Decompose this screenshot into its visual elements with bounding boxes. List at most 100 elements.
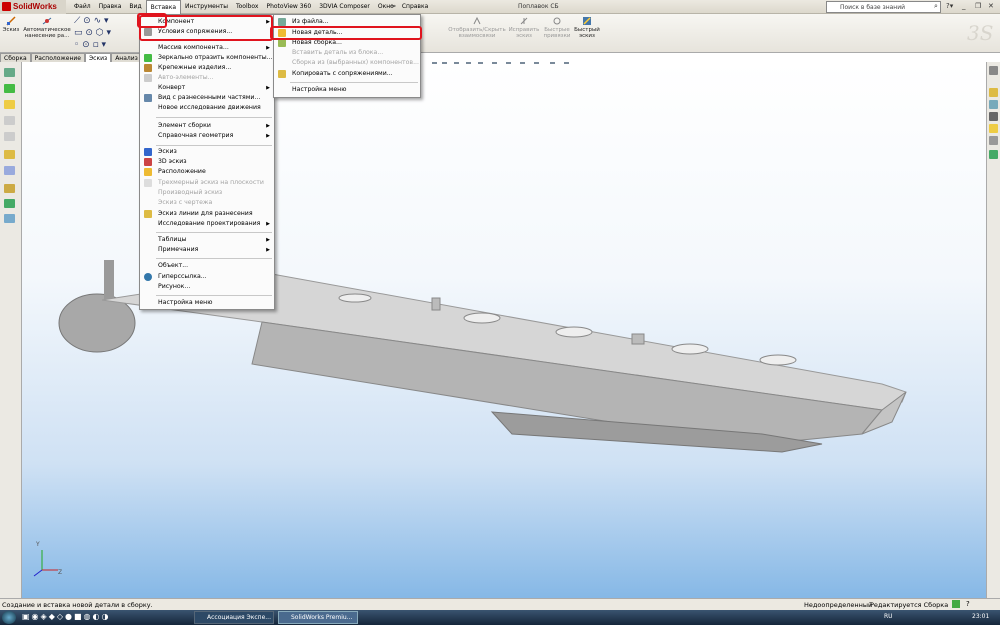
task-button-solidworks[interactable]: SolidWorks Premiu... (278, 611, 358, 624)
sketch-button[interactable]: Эскиз (2, 16, 20, 33)
resources-icon[interactable] (989, 66, 998, 75)
menu-item-layout[interactable]: Расположение (140, 167, 274, 177)
submenu-item-customize-menu[interactable]: Настройка меню (274, 85, 420, 95)
svg-text:3S: 3S (967, 21, 993, 45)
menu-item-sketch-from-drawing[interactable]: Эскиз с чертежа (140, 198, 274, 208)
menu-label: Элемент сборки (158, 122, 211, 129)
property-icon[interactable] (4, 84, 15, 93)
menu-insert[interactable]: Вставка (145, 0, 182, 14)
pin-icon[interactable]: ⊸ (390, 2, 396, 10)
solidworks-forum-icon[interactable] (989, 150, 998, 159)
search-input[interactable]: Поиск в базе знаний (826, 1, 941, 13)
menu-item-customize-menu[interactable]: Настройка меню (140, 298, 274, 308)
copy-mates-icon (278, 70, 286, 78)
line-circle-arc-icons[interactable]: ⟋ ⊙ ∿ ▾ (74, 15, 134, 27)
menu-label: Вид с разнесенными частями... (158, 94, 261, 101)
auto-dimension-label: Автоматическое нанесение ра... (23, 27, 71, 39)
menu-label: 3D эскиз (158, 158, 187, 165)
explode-icon[interactable] (4, 214, 15, 223)
menu-item-derived-sketch[interactable]: Производный эскиз (140, 188, 274, 198)
quick-snaps-button[interactable]: Быстрые привязки (542, 16, 572, 39)
menu-file[interactable]: Файл (70, 0, 95, 14)
tab-evaluate[interactable]: Анализ (111, 53, 142, 62)
rebuild-icon[interactable] (952, 600, 960, 608)
menu-item-3d-sketch-on-plane[interactable]: Трехмерный эскиз на плоскости (140, 178, 274, 188)
relations-icon (473, 16, 481, 25)
tab-assembly[interactable]: Сборка (0, 53, 31, 62)
solidworks-window: SolidWorks Файл Правка Вид Вставка Инстр… (0, 0, 1000, 625)
language-indicator[interactable]: RU (884, 613, 893, 620)
rapid-sketch-button[interactable]: Быстрый эскиз (574, 16, 600, 39)
design-library-icon[interactable] (989, 88, 998, 97)
help-icon[interactable]: ?▾ (946, 2, 953, 10)
minimize-icon[interactable]: _ (962, 2, 966, 10)
menu-item-auto-features[interactable]: Авто-элементы... (140, 73, 274, 83)
config-icon[interactable] (4, 100, 15, 109)
display-icon[interactable] (4, 132, 15, 141)
menu-item-mirror-components[interactable]: Зеркально отразить компоненты... (140, 53, 274, 63)
menu-item-exploded-view[interactable]: Вид с разнесенными частями... (140, 93, 274, 103)
menu-3dvia[interactable]: 3DVIA Composer (315, 0, 374, 14)
task-button-association[interactable]: Ассоциация Экспе... (194, 611, 274, 624)
menu-item-hyperlink[interactable]: Гиперссылка... (140, 272, 274, 282)
menu-toolbox[interactable]: Toolbox (232, 0, 263, 14)
rect-polygon-icons[interactable]: ▭ ⊙ ⬡ ▾ (74, 27, 134, 39)
submenu-item-part-from-block[interactable]: Вставить деталь из блока... (274, 48, 420, 58)
submenu-arrow-icon: ▶ (266, 45, 270, 51)
restore-icon[interactable]: ❐ (975, 2, 981, 10)
menu-item-annotations[interactable]: Примечания ▶ (140, 245, 274, 255)
menu-item-picture[interactable]: Рисунок... (140, 282, 274, 292)
menu-item-assembly-feature[interactable]: Элемент сборки ▶ (140, 121, 274, 131)
fastener-icon (144, 64, 152, 72)
menu-item-smart-fasteners[interactable]: Крепежные изделия... (140, 63, 274, 73)
clock[interactable]: 23:01 (972, 613, 989, 620)
start-button[interactable] (2, 611, 16, 624)
search-icon[interactable]: ⌕ (934, 2, 938, 11)
menu-edit[interactable]: Правка (95, 0, 126, 14)
menu-item-motion-study[interactable]: Новое исследование движения (140, 103, 274, 113)
mate-icon[interactable] (4, 150, 15, 159)
heads-up-toolbar[interactable] (432, 59, 569, 64)
menu-item-design-study[interactable]: Исследование проектирования ▶ (140, 219, 274, 229)
tab-sketch[interactable]: Эскиз (84, 53, 112, 62)
view-palette-icon[interactable] (989, 112, 998, 121)
sketch-tools-group: ⟋ ⊙ ∿ ▾ ▭ ⊙ ⬡ ▾ ◦ ⊙ ▫ ▾ (74, 15, 134, 51)
menu-tools[interactable]: Инструменты (181, 0, 232, 14)
menu-item-sketch[interactable]: Эскиз (140, 147, 274, 157)
windows-taskbar: ▣◉◈◆◇●■◍◐◑ Ассоциация Экспе... SolidWork… (0, 610, 1000, 625)
menu-item-explode-line-sketch[interactable]: Эскиз линии для разнесения (140, 209, 274, 219)
dim-expert-icon[interactable] (4, 116, 15, 125)
feature-tree-icon[interactable] (4, 68, 15, 77)
tab-layout[interactable]: Расположение (30, 53, 85, 62)
help-icon[interactable]: ? (966, 600, 970, 608)
file-explorer-icon[interactable] (989, 100, 998, 109)
menu-item-component-pattern[interactable]: Массив компонента... ▶ (140, 43, 274, 53)
submenu-item-copy-with-mates[interactable]: Копировать с сопряжениями... (274, 69, 420, 79)
repair-sketch-button[interactable]: Исправить эскиз (506, 16, 542, 39)
move-icon[interactable] (4, 184, 15, 193)
menu-item-envelope[interactable]: Конверт ▶ (140, 83, 274, 93)
auto-dimension-button[interactable]: Автоматическое нанесение ра... (22, 16, 72, 39)
custom-props-icon[interactable] (989, 136, 998, 145)
menu-item-reference-geometry[interactable]: Справочная геометрия ▶ (140, 131, 274, 141)
menu-view[interactable]: Вид (125, 0, 145, 14)
rotate-icon[interactable] (4, 199, 15, 208)
solidworks-logo[interactable]: SolidWorks (0, 0, 66, 14)
quicklaunch-icons[interactable]: ▣◉◈◆◇●■◍◐◑ (22, 612, 110, 621)
close-icon[interactable]: ✕ (988, 2, 994, 10)
hatch-3 (555, 326, 593, 338)
auto-feature-icon (144, 74, 152, 82)
grid-icon[interactable] (4, 166, 15, 175)
menu-photoview[interactable]: PhotoView 360 (262, 0, 315, 14)
show-hide-relations-button[interactable]: Отобразить/Скрыть взаимосвязи (448, 16, 506, 39)
rapid-sketch-icon (583, 17, 591, 25)
point-plane-icons[interactable]: ◦ ⊙ ▫ ▾ (74, 39, 134, 51)
appearances-icon[interactable] (989, 124, 998, 133)
left-toolbar (0, 62, 22, 598)
menu-item-3d-sketch[interactable]: 3D эскиз (140, 157, 274, 167)
menu-item-object[interactable]: Объект... (140, 261, 274, 271)
submenu-item-assembly-from-components[interactable]: Сборка из (выбранных) компонентов... (274, 58, 420, 68)
menu-help[interactable]: Справка (398, 0, 432, 14)
menu-item-tables[interactable]: Таблицы ▶ (140, 235, 274, 245)
menu-label: Крепежные изделия... (158, 64, 232, 71)
